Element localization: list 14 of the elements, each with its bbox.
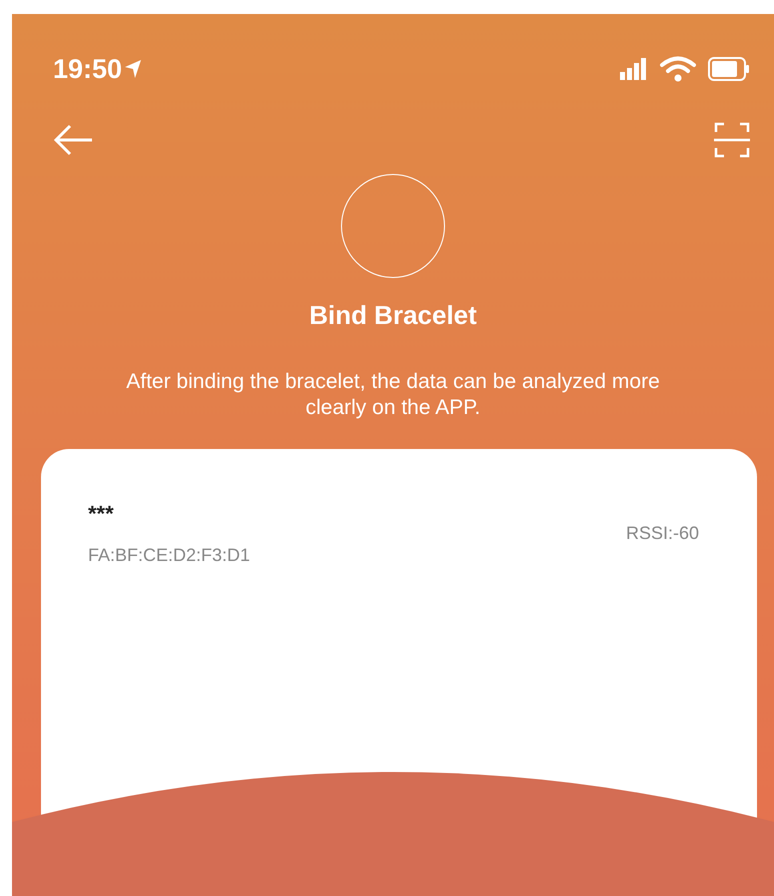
device-mac-address: FA:BF:CE:D2:F3:D1: [88, 545, 250, 566]
back-button[interactable]: [54, 124, 94, 156]
page-title: Bind Bracelet: [308, 300, 478, 331]
signal-icon: [620, 58, 648, 80]
status-time: 19:50: [53, 54, 122, 84]
wifi-icon: [660, 56, 696, 82]
device-name[interactable]: ***: [88, 501, 250, 527]
battery-icon: [708, 57, 750, 81]
location-arrow-icon: [124, 59, 142, 79]
description-text: After binding the bracelet, the data can be analyzed more clearly on the APP.: [125, 369, 661, 421]
scan-button[interactable]: [714, 122, 750, 158]
signal-strength-text: RSSI:-60: [626, 523, 699, 544]
back-arrow-icon: [54, 124, 94, 156]
scan-icon: [714, 122, 750, 158]
